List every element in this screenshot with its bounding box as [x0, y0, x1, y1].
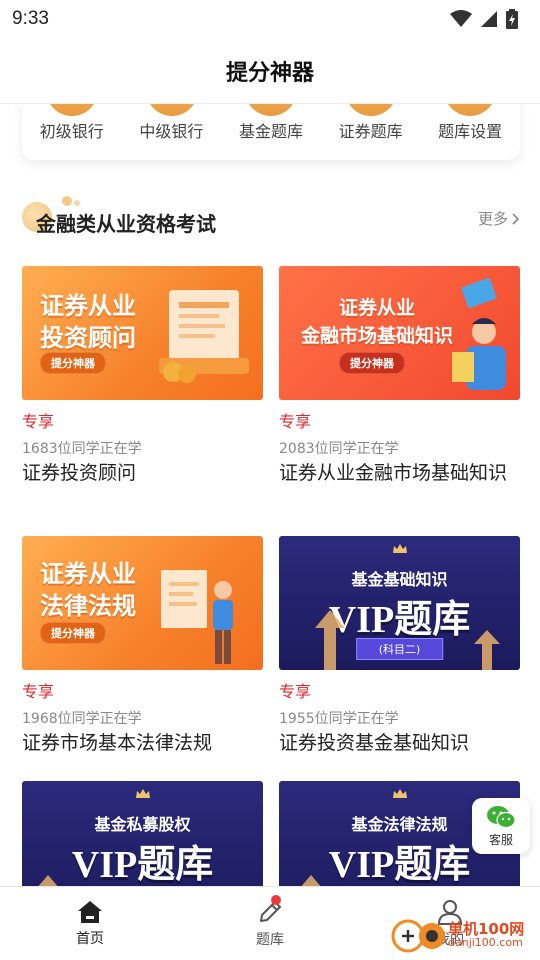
document-illustration	[159, 290, 249, 383]
battery-icon	[506, 9, 518, 29]
section-decoration-dot	[62, 196, 72, 206]
course-banner: 证券从业 投资顾问 提分神器	[22, 266, 263, 400]
vip-subtitle: 基金私募股权	[94, 815, 191, 834]
shortcut-intermediate-bank[interactable]: 中级银行	[122, 104, 222, 142]
banner-line: 证券从业	[338, 297, 415, 319]
wifi-icon	[450, 10, 472, 27]
section-header: 金融类从业资格考试 更多	[22, 196, 520, 244]
shortcut-label: 证券题库	[338, 122, 403, 141]
section-decoration-dot	[74, 200, 80, 206]
section-title: 金融类从业资格考试	[36, 212, 216, 236]
banner-brand: 提分神器	[40, 352, 106, 374]
tab-label: 题库	[256, 931, 284, 948]
course-banner: 基金私募股权 VIP题库	[22, 781, 263, 886]
shortcut-icon	[444, 104, 497, 116]
main-content[interactable]: 初级银行 中级银行 基金题库 证券题库 题库设置 金融类从业资格考试 更多 证券…	[0, 104, 540, 886]
banner-line: 证券从业	[40, 292, 136, 320]
course-card[interactable]: 证券从业 投资顾问 提分神器 专享 1683位同学正在学 证券投资顾问	[22, 266, 263, 486]
course-learners: 2083位同学正在学	[279, 441, 399, 457]
shortcut-fund-bank[interactable]: 基金题库	[221, 104, 321, 142]
tab-home[interactable]: 首页	[0, 887, 180, 960]
crown-icon	[135, 789, 150, 798]
course-tag: 专享	[22, 682, 55, 701]
banner-title: 证券从业 法律法规	[40, 558, 136, 622]
course-tag: 专享	[279, 682, 312, 701]
teacher-illustration	[161, 570, 233, 664]
home-icon	[78, 900, 102, 923]
banner-line: 证券从业	[40, 560, 136, 588]
tab-question-bank[interactable]: 题库	[180, 887, 360, 960]
banner-line: 金融市场基础知识	[300, 325, 453, 347]
banner-brand: 提分神器	[40, 622, 106, 644]
crown-icon	[392, 789, 407, 798]
course-card[interactable]: 基金私募股权 VIP题库	[22, 781, 263, 886]
customer-service-button[interactable]: 客服	[472, 798, 530, 854]
course-learners: 1683位同学正在学	[22, 441, 142, 457]
course-tag: 专享	[279, 412, 312, 431]
shortcut-securities-bank[interactable]: 证券题库	[321, 104, 421, 142]
course-name: 证券市场基本法律法规	[22, 732, 213, 754]
watermark-logo: 单机100网 danji100.com	[390, 916, 524, 954]
course-learners: 1955位同学正在学	[279, 711, 399, 727]
course-learners: 1968位同学正在学	[22, 711, 142, 727]
banner-title: 证券从业 投资顾问	[40, 290, 136, 354]
arrow-up-icon	[38, 875, 58, 886]
tab-label: 首页	[76, 930, 104, 947]
crown-icon	[392, 544, 407, 553]
banner-line: 法律法规	[40, 592, 136, 620]
banner-brand: 提分神器	[339, 352, 405, 374]
service-label: 客服	[488, 832, 513, 847]
banner-line: 投资顾问	[40, 324, 136, 352]
shortcut-icon	[344, 104, 397, 116]
watermark-icon	[391, 919, 445, 953]
page-title: 提分神器	[225, 60, 314, 86]
course-card[interactable]: 证券从业 金融市场基础知识 提分神器 专享 2083位同学正在学 证券从业金融市…	[279, 266, 520, 486]
shortcut-label: 基金题库	[238, 122, 303, 141]
course-banner: 证券从业 金融市场基础知识 提分神器	[279, 266, 520, 400]
student-illustration	[452, 277, 506, 390]
watermark-name: 单机100网	[448, 920, 525, 938]
more-label: 更多	[477, 210, 508, 228]
arrow-up-icon	[301, 875, 321, 886]
course-banner: 证券从业 法律法规 提分神器	[22, 536, 263, 670]
notification-dot	[270, 895, 281, 905]
course-tag: 专享	[22, 412, 55, 431]
course-banner: 基金基础知识 VIP题库 (科目二)	[279, 536, 520, 670]
course-card[interactable]: 证券从业 法律法规 提分神器 专享 1968位同学正在学 证券市场基本法律法规	[22, 536, 263, 756]
vip-pill: (科目二)	[355, 638, 444, 660]
course-name: 证券投资顾问	[22, 462, 137, 484]
course-name: 证券投资基金基础知识	[279, 732, 470, 754]
wechat-icon	[487, 805, 516, 828]
status-icons	[450, 9, 518, 29]
shortcut-icon	[145, 104, 198, 116]
course-name: 证券从业金融市场基础知识	[279, 462, 508, 484]
watermark-text: 单机100网 danji100.com	[448, 921, 524, 949]
more-link[interactable]: 更多	[478, 208, 520, 229]
shortcut-label: 初级银行	[39, 122, 104, 141]
watermark-url: danji100.com	[448, 936, 523, 949]
status-time: 9:33	[12, 8, 49, 29]
vip-subtitle: 基金基础知识	[351, 570, 448, 589]
status-bar: 9:33	[0, 0, 540, 38]
shortcut-icon	[46, 104, 98, 116]
app-header: 提分神器	[0, 38, 540, 104]
arrow-up-icon	[315, 610, 345, 670]
shortcut-junior-bank[interactable]: 初级银行	[22, 104, 122, 142]
arrow-up-icon	[474, 630, 500, 670]
signal-icon	[481, 11, 497, 27]
shortcut-label: 题库设置	[438, 122, 503, 141]
banner-title: 证券从业 金融市场基础知识	[291, 294, 463, 350]
course-card[interactable]: 基金基础知识 VIP题库 (科目二) 专享 1955位同学正在学 证券投资基金基…	[279, 536, 520, 756]
shortcut-card: 初级银行 中级银行 基金题库 证券题库 题库设置	[22, 104, 520, 160]
shortcut-bank-settings[interactable]: 题库设置	[420, 104, 520, 142]
shortcut-icon	[245, 104, 298, 116]
shortcut-label: 中级银行	[139, 122, 204, 141]
chevron-right-icon	[512, 212, 520, 225]
